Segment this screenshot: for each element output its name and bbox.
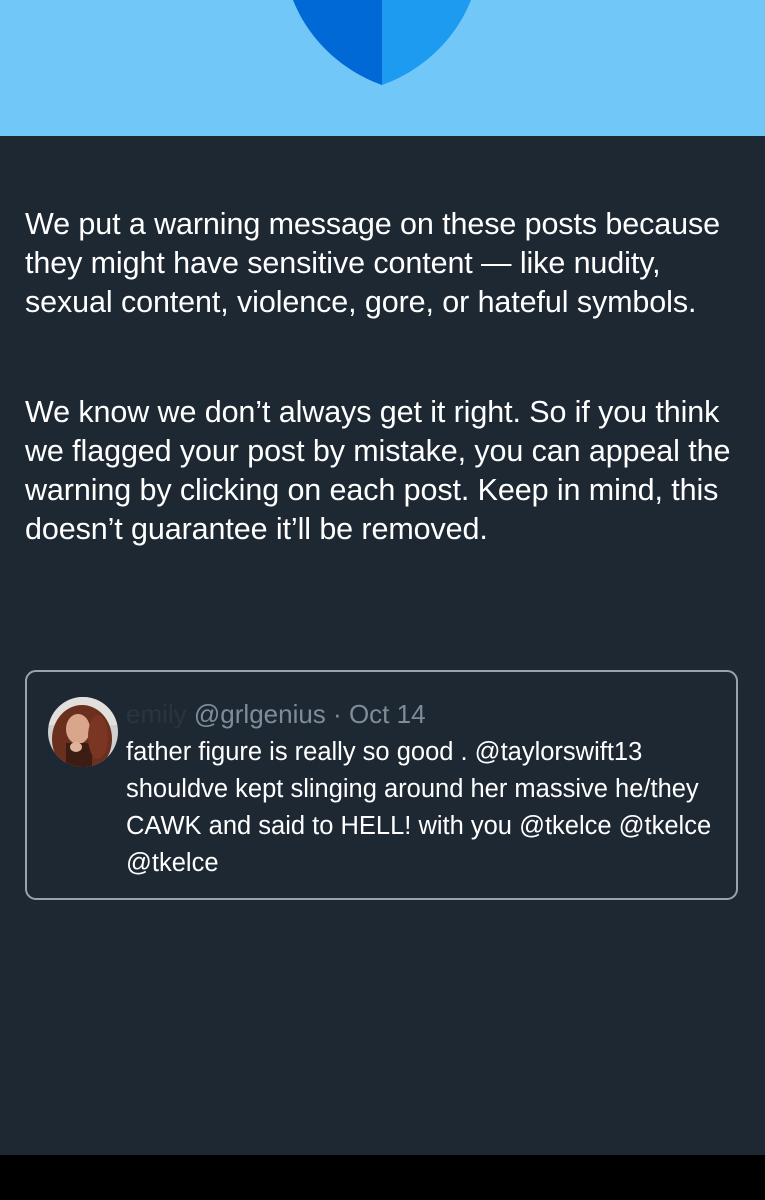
post-date[interactable]: Oct 14 xyxy=(349,699,426,729)
display-name[interactable]: emily xyxy=(126,699,187,729)
user-handle[interactable]: @grlgenius xyxy=(194,699,326,729)
header-banner xyxy=(0,0,765,136)
bottom-bar xyxy=(0,1155,765,1200)
post-text: father figure is really so good . @taylo… xyxy=(126,738,712,877)
appeal-explanation-text: We know we don’t always get it right. So… xyxy=(25,395,731,546)
meta-separator: · xyxy=(333,699,342,729)
avatar xyxy=(48,697,118,767)
shield-icon xyxy=(293,0,471,85)
flagged-post-card[interactable]: emily @grlgenius · Oct 14 father figure … xyxy=(25,670,738,900)
post-meta: emily @grlgenius · Oct 14 xyxy=(126,698,426,730)
sensitive-content-page: We put a warning message on these posts … xyxy=(0,0,765,1200)
warning-explanation-text: We put a warning message on these posts … xyxy=(25,207,720,319)
